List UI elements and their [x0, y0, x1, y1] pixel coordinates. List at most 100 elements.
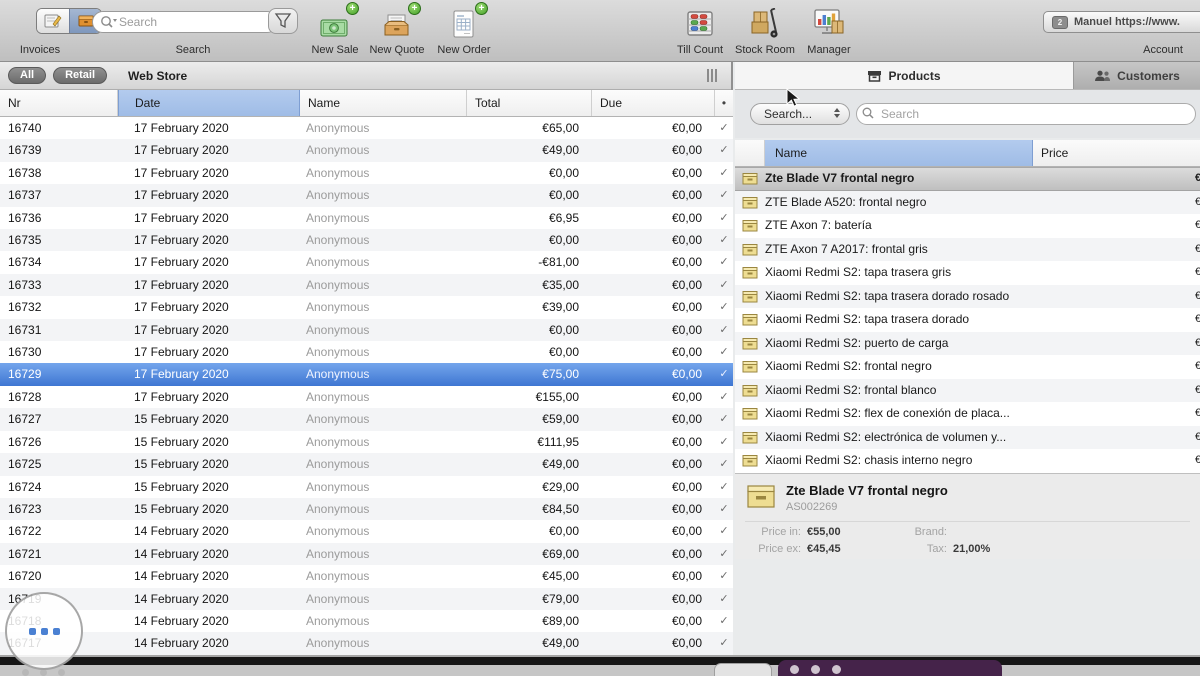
filter-retail-button[interactable]: Retail — [53, 67, 107, 84]
invoice-date: 17 February 2020 — [118, 363, 300, 385]
product-row[interactable]: Xiaomi Redmi S2: flex de conexión de pla… — [735, 402, 1200, 426]
invoice-row[interactable]: 16729 17 February 2020 Anonymous €75,00 … — [0, 363, 733, 385]
product-row[interactable]: Xiaomi Redmi S2: tapa trasera dorado ros… — [735, 285, 1200, 309]
invoice-row[interactable]: 16733 17 February 2020 Anonymous €35,00 … — [0, 274, 733, 296]
product-row[interactable]: Xiaomi Redmi S2: electrónica de volumen … — [735, 426, 1200, 450]
invoice-date: 17 February 2020 — [118, 139, 300, 161]
product-price-clipped: € — [1195, 308, 1200, 332]
invoice-row[interactable]: 16731 17 February 2020 Anonymous €0,00 €… — [0, 319, 733, 341]
column-header-nr[interactable]: Nr — [0, 90, 118, 116]
column-header-name[interactable]: Name — [300, 90, 467, 116]
background-window-dot-icon — [22, 669, 29, 676]
filter-webstore-label[interactable]: Web Store — [128, 69, 187, 83]
account-button[interactable]: 2 Manuel https://www. — [1043, 11, 1200, 33]
invoice-due: €0,00 — [592, 162, 715, 184]
invoice-row[interactable]: 16719 14 February 2020 Anonymous €79,00 … — [0, 588, 733, 610]
invoice-row[interactable]: 16728 17 February 2020 Anonymous €155,00… — [0, 386, 733, 408]
invoice-total: €0,00 — [467, 319, 592, 341]
invoice-row[interactable]: 16739 17 February 2020 Anonymous €49,00 … — [0, 139, 733, 161]
product-name: Xiaomi Redmi S2: tapa trasera dorado — [765, 308, 969, 332]
new-order-button[interactable]: + New Order — [432, 6, 496, 58]
column-header-total[interactable]: Total — [467, 90, 592, 116]
panel-drag-handle-icon[interactable] — [707, 69, 719, 82]
invoice-row[interactable]: 16721 14 February 2020 Anonymous €69,00 … — [0, 543, 733, 565]
invoices-edit-view-button[interactable] — [37, 9, 69, 33]
tab-products-label: Products — [888, 69, 940, 83]
manager-button[interactable]: Manager — [797, 6, 861, 58]
right-panel-tabs: Products Customers — [735, 62, 1200, 90]
money-bill-icon — [320, 16, 350, 38]
invoice-row[interactable]: 16726 15 February 2020 Anonymous €111,95… — [0, 431, 733, 453]
invoice-row[interactable]: 16736 17 February 2020 Anonymous €6,95 €… — [0, 207, 733, 229]
column-header-date[interactable]: Date — [118, 90, 300, 116]
tab-customers[interactable]: Customers — [1073, 62, 1200, 89]
invoice-row[interactable]: 16740 17 February 2020 Anonymous €65,00 … — [0, 117, 733, 139]
invoice-row[interactable]: 16727 15 February 2020 Anonymous €59,00 … — [0, 408, 733, 430]
invoice-row[interactable]: 16723 15 February 2020 Anonymous €84,50 … — [0, 498, 733, 520]
column-header-product-name[interactable]: Name — [765, 140, 1033, 166]
invoice-customer: Anonymous — [300, 229, 467, 251]
dropdown-stepper-icon — [834, 108, 840, 118]
account-icon: 2 — [1052, 16, 1068, 29]
invoice-filter-bar: All Retail Web Store — [0, 62, 731, 90]
invoice-nr: 16732 — [0, 296, 118, 318]
toolbar-search-input[interactable] — [92, 11, 278, 33]
detail-tax-value: 21,00% — [953, 543, 990, 555]
new-quote-button[interactable]: + New Quote — [365, 6, 429, 58]
product-list: Zte Blade V7 frontal negro € ZTE Blade A… — [735, 167, 1200, 473]
invoice-row[interactable]: 16717 14 February 2020 Anonymous €49,00 … — [0, 632, 733, 654]
invoice-total: €49,00 — [467, 632, 592, 654]
invoice-total: €0,00 — [467, 520, 592, 542]
invoices-toolbar-label: Invoices — [0, 44, 80, 56]
invoice-row[interactable]: 16735 17 February 2020 Anonymous €0,00 €… — [0, 229, 733, 251]
search-filter-button[interactable] — [268, 8, 298, 34]
new-sale-button[interactable]: + New Sale — [303, 6, 367, 58]
column-header-due[interactable]: Due — [592, 90, 715, 116]
product-box-tab-icon — [867, 70, 882, 82]
invoice-date: 15 February 2020 — [118, 476, 300, 498]
product-box-icon — [735, 313, 765, 326]
funnel-icon — [274, 13, 292, 29]
quote-drawer-icon — [382, 12, 412, 38]
invoice-row[interactable]: 16732 17 February 2020 Anonymous €39,00 … — [0, 296, 733, 318]
product-row[interactable]: Zte Blade V7 frontal negro € — [735, 167, 1200, 191]
invoice-row[interactable]: 16725 15 February 2020 Anonymous €49,00 … — [0, 453, 733, 475]
product-box-icon — [735, 266, 765, 279]
invoice-row[interactable]: 16722 14 February 2020 Anonymous €0,00 €… — [0, 520, 733, 542]
column-header-paid[interactable]: • — [715, 90, 733, 116]
product-row[interactable]: Xiaomi Redmi S2: tapa trasera gris € — [735, 261, 1200, 285]
product-row[interactable]: ZTE Axon 7 A2017: frontal gris € — [735, 238, 1200, 262]
toolbar: Invoices Search + — [0, 0, 1200, 62]
invoice-row[interactable]: 16720 14 February 2020 Anonymous €45,00 … — [0, 565, 733, 587]
product-search-input[interactable] — [856, 103, 1196, 125]
column-header-product-price[interactable]: Price — [1033, 140, 1200, 166]
product-row[interactable]: ZTE Blade A520: frontal negro € — [735, 191, 1200, 215]
invoice-paid-check-icon: ✓ — [715, 498, 733, 520]
invoice-row[interactable]: 16718 14 February 2020 Anonymous €89,00 … — [0, 610, 733, 632]
product-row[interactable]: Xiaomi Redmi S2: chasis interno negro € — [735, 449, 1200, 473]
invoice-row[interactable]: 16730 17 February 2020 Anonymous €0,00 €… — [0, 341, 733, 363]
invoice-date: 17 February 2020 — [118, 117, 300, 139]
product-row[interactable]: Xiaomi Redmi S2: puerto de carga € — [735, 332, 1200, 356]
product-price-clipped: € — [1195, 214, 1200, 238]
invoice-row[interactable]: 16737 17 February 2020 Anonymous €0,00 €… — [0, 184, 733, 206]
product-search-scope-dropdown[interactable]: Search... — [750, 103, 850, 125]
product-row[interactable]: Xiaomi Redmi S2: frontal negro € — [735, 355, 1200, 379]
stock-room-button[interactable]: Stock Room — [733, 6, 797, 58]
product-box-icon — [735, 172, 765, 185]
product-box-icon — [735, 243, 765, 256]
invoice-row[interactable]: 16734 17 February 2020 Anonymous -€81,00… — [0, 251, 733, 273]
tab-products[interactable]: Products — [735, 62, 1073, 89]
invoice-paid-check-icon: ✓ — [715, 296, 733, 318]
search-icon — [100, 15, 118, 29]
product-row[interactable]: ZTE Axon 7: batería € — [735, 214, 1200, 238]
till-count-button[interactable]: Till Count — [668, 6, 732, 58]
invoice-row[interactable]: 16738 17 February 2020 Anonymous €0,00 €… — [0, 162, 733, 184]
invoice-row[interactable]: 16724 15 February 2020 Anonymous €29,00 … — [0, 476, 733, 498]
invoice-due: €0,00 — [592, 588, 715, 610]
product-row[interactable]: Xiaomi Redmi S2: tapa trasera dorado € — [735, 308, 1200, 332]
invoice-total: €39,00 — [467, 296, 592, 318]
product-row[interactable]: Xiaomi Redmi S2: frontal blanco € — [735, 379, 1200, 403]
invoice-total: €84,50 — [467, 498, 592, 520]
filter-all-button[interactable]: All — [8, 67, 46, 84]
